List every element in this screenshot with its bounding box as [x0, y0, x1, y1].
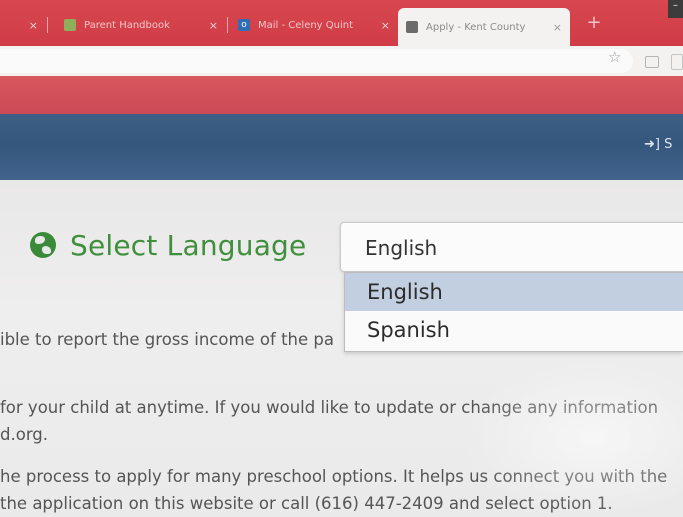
tab-partial[interactable]: × [0, 10, 48, 40]
extension-icon[interactable] [645, 56, 659, 68]
selected-language: English [365, 236, 438, 260]
tab-title: Apply - Kent County [426, 21, 526, 33]
outlook-favicon-icon: o [238, 19, 250, 31]
option-spanish[interactable]: Spanish [345, 311, 683, 349]
address-bar-row: ☆ [0, 46, 683, 76]
language-select[interactable]: English [340, 222, 683, 272]
body-text-line: the application on this website or call … [0, 494, 613, 513]
new-tab-button[interactable]: + [581, 12, 607, 34]
globe-icon [30, 232, 56, 258]
tab-parent-handbook[interactable]: Parent Handbook × [56, 10, 228, 40]
page-title: Select Language [70, 228, 307, 262]
url-input[interactable] [0, 49, 633, 73]
site-header [0, 114, 683, 180]
tab-mail[interactable]: o Mail - Celeny Quint × [230, 10, 398, 40]
body-text-line: he process to apply for many preschool o… [0, 467, 668, 486]
sign-in-link[interactable]: ➜] S [644, 137, 672, 152]
language-dropdown: English Spanish [344, 272, 683, 352]
close-tab-icon[interactable]: × [553, 21, 562, 34]
site-top-band [0, 76, 683, 114]
body-text-line: for your child at anytime. If you would … [0, 398, 659, 417]
tab-separator [47, 17, 48, 33]
close-tab-icon[interactable]: × [381, 19, 390, 32]
handbook-favicon-icon [64, 19, 76, 31]
body-text-line: d.org. [0, 425, 49, 444]
browser-tab-strip: × Parent Handbook × o Mail - Celeny Quin… [0, 0, 683, 46]
tab-separator [227, 17, 228, 33]
close-tab-icon[interactable]: × [209, 19, 218, 32]
tab-apply-kent-county[interactable]: Apply - Kent County × [398, 8, 570, 46]
body-text-line: ible to report the gross income of the p… [0, 330, 334, 349]
tab-title: Mail - Celeny Quint [258, 19, 354, 31]
close-tab-icon[interactable]: × [29, 19, 38, 32]
extension-icon[interactable] [671, 54, 683, 70]
minimize-window-button[interactable]: – [668, 0, 683, 18]
bookmark-star-icon[interactable]: ☆ [608, 48, 621, 66]
tab-title: Parent Handbook [84, 19, 170, 31]
document-favicon-icon [406, 21, 418, 33]
option-english[interactable]: English [345, 273, 683, 311]
language-heading: Select Language [30, 225, 306, 265]
